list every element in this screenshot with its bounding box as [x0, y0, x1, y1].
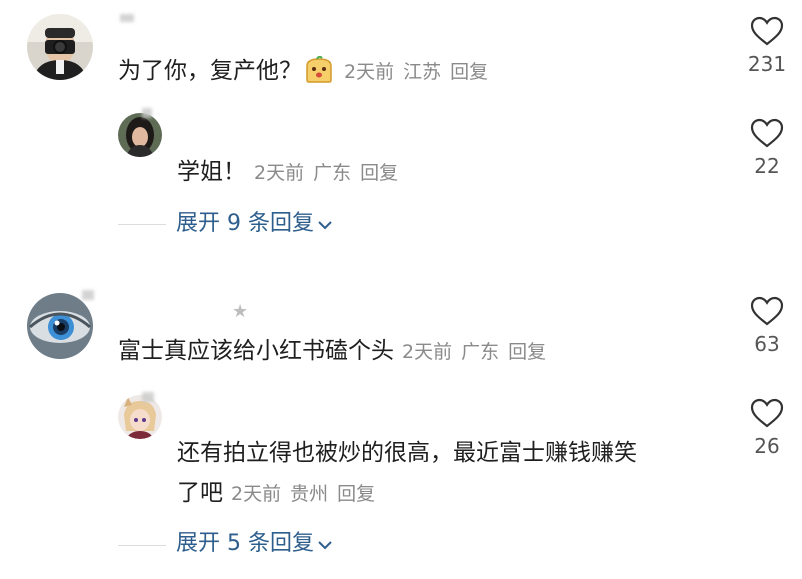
comment-body: 为了你，复产他？ 2天前 江苏 回复 — [118, 55, 497, 92]
like-button[interactable]: 63 — [737, 296, 797, 356]
comment-text: 学姐！ — [177, 159, 246, 185]
like-count: 26 — [754, 434, 780, 458]
avatar[interactable] — [27, 293, 93, 359]
expand-replies-label: 展开 5 条回复 — [176, 531, 314, 556]
location: 广东 — [313, 162, 352, 184]
comment-meta: 2天前 江苏 回复 — [344, 61, 497, 83]
timestamp: 2天前 — [231, 483, 282, 505]
comment-thread: 为了你，复产他？ 2天前 江苏 回复 231 学姐！ 2天前 广东 回复 22 … — [0, 0, 802, 579]
comment-text: 为了你，复产他？ — [118, 58, 302, 84]
location: 广东 — [461, 341, 500, 363]
comment-meta: 2天前 广东 回复 — [254, 162, 407, 184]
username[interactable] — [118, 300, 236, 324]
comment-body-line-1: 还有拍立得也被炒的很高，最近富士赚钱赚笑 — [177, 438, 637, 468]
like-button[interactable]: 22 — [737, 118, 797, 178]
avatar[interactable] — [118, 395, 162, 439]
like-count: 63 — [754, 332, 780, 356]
comment-body: 富士真应该给小红书磕个头 2天前 广东 回复 — [118, 336, 555, 367]
comment-meta: 2天前 广东 回复 — [402, 341, 555, 363]
bread-emoji-icon — [304, 55, 334, 92]
heart-icon — [750, 16, 784, 46]
heart-icon — [750, 296, 784, 326]
like-count: 231 — [747, 52, 787, 76]
comment-text: 富士真应该给小红书磕个头 — [118, 338, 394, 364]
timestamp: 2天前 — [344, 61, 395, 83]
reply-button[interactable]: 回复 — [508, 341, 546, 363]
anime-avatar-image — [118, 395, 162, 439]
chevron-down-icon — [318, 530, 332, 558]
comment-body: 学姐！ 2天前 广东 回复 — [177, 157, 407, 188]
username-blur — [142, 392, 154, 402]
username-blur — [82, 290, 94, 300]
expand-divider — [118, 224, 166, 225]
comment-meta: 2天前 贵州 回复 — [231, 483, 384, 505]
like-button[interactable]: 26 — [737, 398, 797, 458]
username-blur — [120, 14, 134, 22]
username[interactable] — [120, 19, 238, 43]
timestamp: 2天前 — [254, 162, 305, 184]
reply-button[interactable]: 回复 — [450, 61, 488, 83]
location: 贵州 — [290, 483, 329, 505]
username-blur — [142, 108, 152, 118]
expand-divider — [118, 545, 166, 546]
location: 江苏 — [403, 61, 442, 83]
like-button[interactable]: 231 — [737, 16, 797, 76]
comment-body-line-2: 了吧 2天前 贵州 回复 — [177, 478, 384, 509]
expand-replies-button[interactable]: 展开 5 条回复 — [176, 530, 332, 558]
chevron-down-icon — [318, 210, 332, 238]
username[interactable] — [178, 121, 286, 145]
reply-button[interactable]: 回复 — [337, 483, 375, 505]
reply-button[interactable]: 回复 — [360, 162, 398, 184]
expand-replies-button[interactable]: 展开 9 条回复 — [176, 210, 332, 238]
username[interactable] — [178, 402, 286, 426]
avatar[interactable] — [27, 14, 93, 80]
comment-text-continued: 了吧 — [177, 480, 223, 506]
girl-avatar-image — [118, 113, 162, 157]
comment-text: 还有拍立得也被炒的很高，最近富士赚钱赚笑 — [177, 440, 637, 466]
like-count: 22 — [754, 154, 780, 178]
username-star-icon: ★ — [232, 301, 249, 322]
heart-icon — [750, 398, 784, 428]
timestamp: 2天前 — [402, 341, 453, 363]
heart-icon — [750, 118, 784, 148]
expand-replies-label: 展开 9 条回复 — [176, 211, 314, 236]
eye-avatar-image — [27, 293, 93, 359]
photographer-avatar-image — [27, 14, 93, 80]
avatar[interactable] — [118, 113, 162, 157]
